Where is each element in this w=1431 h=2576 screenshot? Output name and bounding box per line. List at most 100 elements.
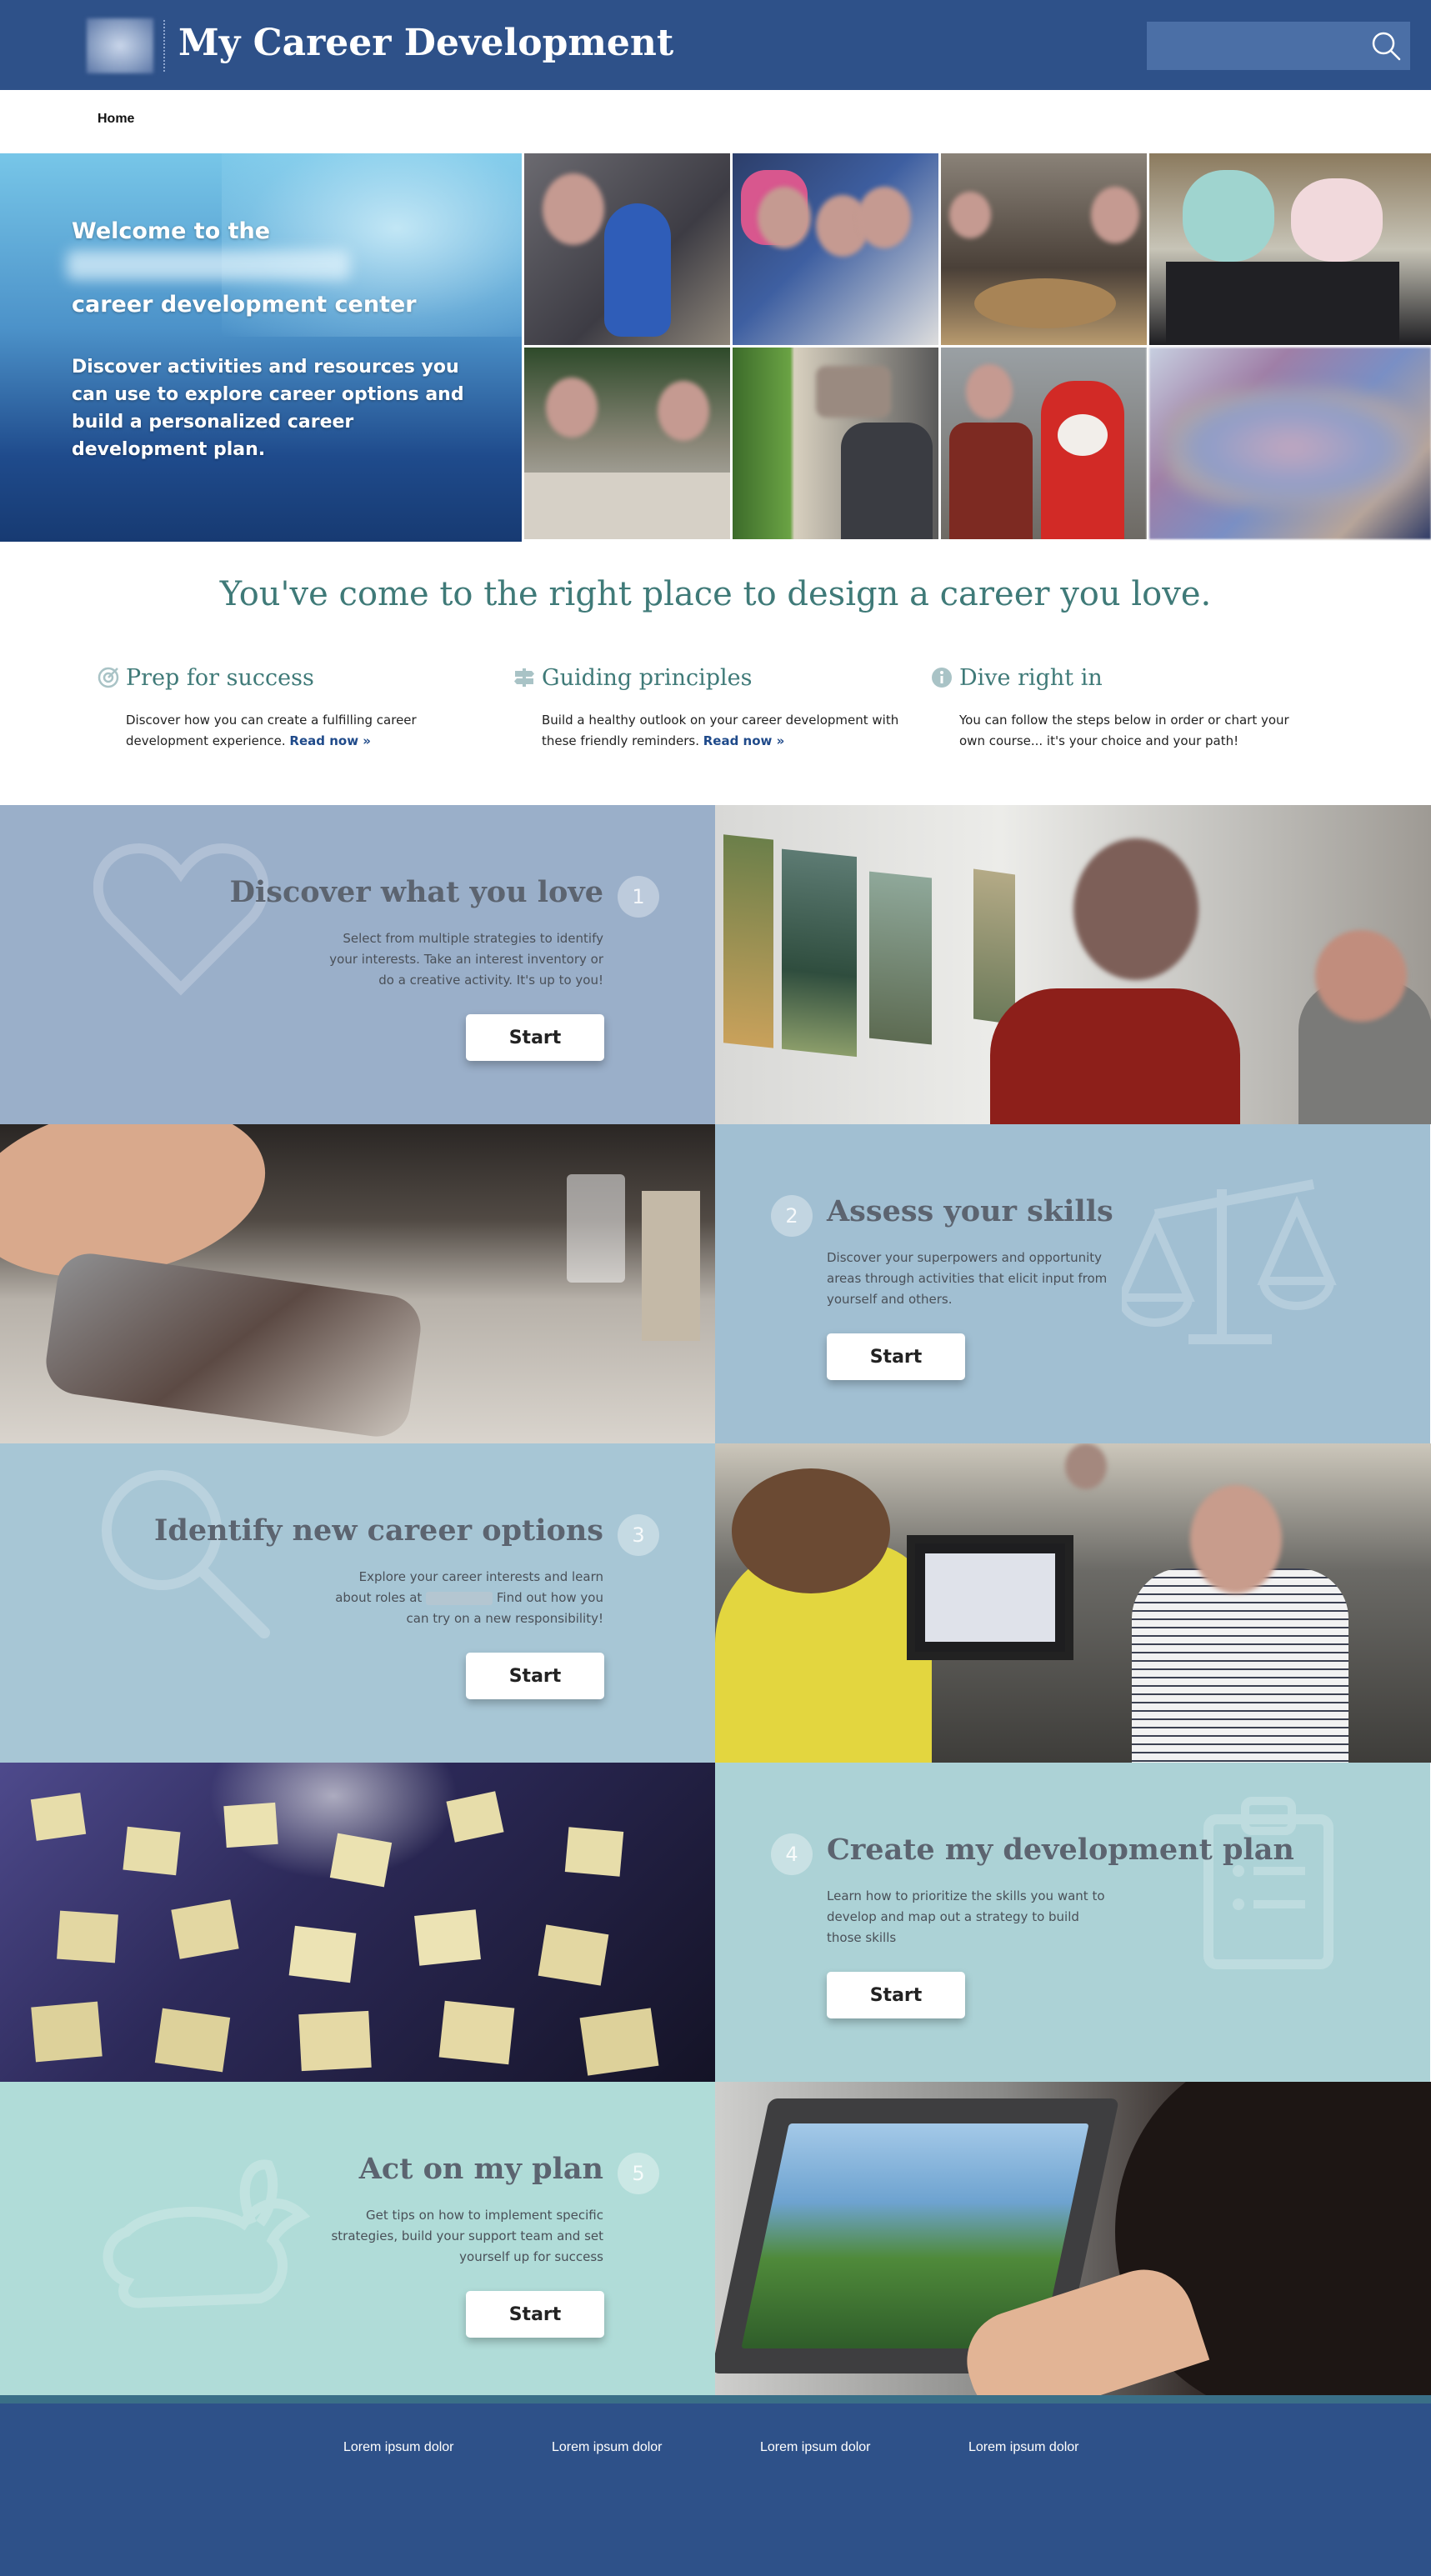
logo-divider: [163, 20, 165, 72]
hero-banner: Welcome to the career development center…: [0, 153, 1431, 542]
site-footer: Lorem ipsum dolor Lorem ipsum dolor Lore…: [0, 2403, 1431, 2576]
step-panel: Identify new career options 3 Explore yo…: [0, 1443, 715, 1763]
target-icon: [98, 667, 119, 688]
hero-photo: [730, 348, 938, 542]
start-button[interactable]: Start: [466, 2291, 604, 2338]
rabbit-icon: [103, 2159, 310, 2308]
step-photo-office: [715, 1443, 1431, 1763]
blurred-face: [1315, 930, 1407, 1022]
hero-photo: [938, 153, 1147, 348]
footer-divider: [0, 2395, 1431, 2403]
site-logo[interactable]: [87, 18, 153, 73]
read-now-link[interactable]: Read now »: [289, 733, 371, 748]
step-photo-gallery: [715, 805, 1431, 1124]
blurred-face: [816, 366, 891, 418]
footer-link[interactable]: Lorem ipsum dolor: [343, 2440, 454, 2455]
blurred-face: [1091, 187, 1139, 243]
step-title: Discover what you love: [229, 875, 603, 909]
santa-figure: [1041, 381, 1124, 539]
search-button[interactable]: [1367, 28, 1405, 63]
sticky-note: [446, 1791, 504, 1843]
intro-column-text: You can follow the steps below in order …: [959, 713, 1289, 748]
sticky-note: [57, 1910, 118, 1963]
blurred-group: [1166, 389, 1416, 506]
sticky-note: [414, 1909, 481, 1966]
step-description: Select from multiple strategies to ident…: [329, 931, 603, 988]
hero-photo: [522, 348, 730, 542]
read-now-link[interactable]: Read now »: [703, 733, 785, 748]
step-title: Create my development plan: [827, 1833, 1294, 1867]
red-jacket: [990, 988, 1240, 1124]
brush-jar: [642, 1191, 700, 1341]
sticky-note: [30, 1793, 87, 1841]
sticky-note: [123, 1826, 181, 1876]
table: [974, 278, 1116, 328]
blurred-face: [1190, 1485, 1282, 1593]
start-button[interactable]: Start: [827, 1972, 965, 2018]
step-panel: Discover what you love 1 Select from mul…: [0, 805, 715, 1124]
start-button[interactable]: Start: [827, 1333, 965, 1380]
magnifier-icon: [102, 1470, 270, 1638]
intro-tagline: You've come to the right place to design…: [219, 575, 1212, 613]
hero-welcome-text: Welcome to the: [72, 218, 271, 244]
hero-photo-grid: [522, 153, 1431, 542]
step-description: Get tips on how to implement specific st…: [331, 2208, 603, 2264]
clipboard-icon: [1203, 1797, 1333, 1969]
step-panel: Act on my plan 5 Get tips on how to impl…: [0, 2082, 715, 2395]
step-title: Assess your skills: [827, 1194, 1113, 1228]
step-identify: Identify new career options 3 Explore yo…: [0, 1443, 1431, 1763]
monitor: [907, 1535, 1073, 1660]
sticky-note: [579, 2008, 659, 2076]
step-number: 3: [618, 1514, 659, 1556]
footer-link[interactable]: Lorem ipsum dolor: [968, 2440, 1079, 2455]
step-description: Explore your career interests and learn …: [320, 1567, 603, 1629]
dark-clothes: [1166, 262, 1399, 345]
intro-column-body: Discover how you can create a fulfilling…: [126, 713, 417, 748]
step-panel: 4 Create my development plan Learn how t…: [715, 1763, 1430, 2082]
sticky-note: [298, 2010, 372, 2072]
blurred-face: [758, 187, 811, 248]
blurred-face: [543, 173, 604, 245]
hero-photo: [1147, 153, 1431, 348]
footer-link[interactable]: Lorem ipsum dolor: [760, 2440, 871, 2455]
step-description: Learn how to prioritize the skills you w…: [827, 1888, 1105, 1945]
step-number: 1: [618, 876, 659, 918]
hero-photo: [1147, 348, 1431, 542]
step-description: Discover your superpowers and opportunit…: [827, 1250, 1108, 1307]
blurred-face: [858, 187, 911, 248]
start-button[interactable]: Start: [466, 1014, 604, 1061]
monitor-screen: [925, 1553, 1055, 1642]
plush-toy: [604, 203, 671, 337]
sticky-note: [329, 1833, 393, 1888]
intro-column-text: Build a healthy outlook on your career d…: [542, 710, 900, 752]
santa-beard: [1058, 414, 1108, 456]
art-prints: [715, 825, 965, 1102]
blurred-face: [966, 364, 1013, 419]
intro-column-title: Guiding principles: [542, 665, 753, 691]
search-input[interactable]: [1147, 22, 1363, 70]
footer-link[interactable]: Lorem ipsum dolor: [552, 2440, 663, 2455]
sticky-note: [538, 1924, 609, 1986]
intro-section: You've come to the right place to design…: [0, 542, 1431, 805]
site-title[interactable]: My Career Development: [178, 18, 673, 68]
site-header: My Career Development: [0, 0, 1431, 90]
sticky-note: [438, 2000, 515, 2065]
step-title: Identify new career options: [154, 1513, 603, 1548]
sticky-note: [154, 2008, 231, 2073]
sticky-note: [31, 2001, 103, 2063]
start-button[interactable]: Start: [466, 1653, 604, 1699]
sticky-note: [171, 1899, 239, 1959]
search-icon: [1372, 32, 1401, 61]
blurred-face: [658, 381, 709, 441]
nav-home-link[interactable]: Home: [98, 112, 134, 127]
signpost-icon: [514, 668, 534, 687]
step-assess: 2 Assess your skills Discover your super…: [0, 1124, 1431, 1443]
step-act: Act on my plan 5 Get tips on how to impl…: [0, 2082, 1431, 2395]
paint-tubes: [42, 1249, 425, 1441]
hero-intro: Welcome to the career development center…: [0, 153, 522, 542]
step-photo-painting: [0, 1124, 716, 1443]
hero-description: Discover activities and resources you ca…: [72, 357, 464, 460]
step-discover: Discover what you love 1 Select from mul…: [0, 805, 1431, 1124]
glass: [567, 1174, 625, 1283]
step-photo-drawing: [715, 2082, 1431, 2395]
